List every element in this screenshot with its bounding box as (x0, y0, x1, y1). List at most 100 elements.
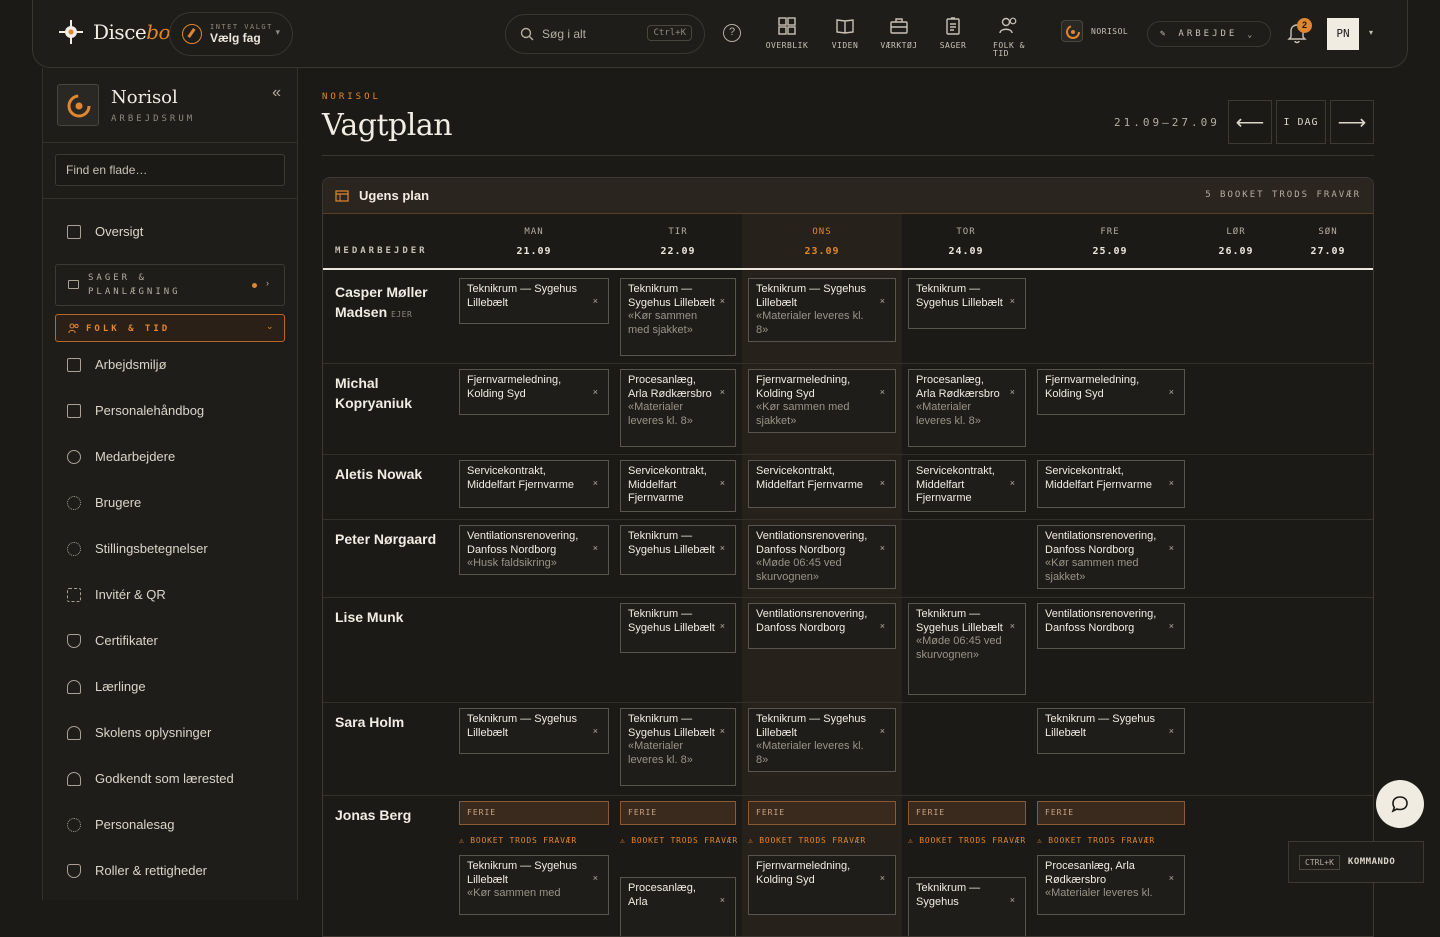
remove-shift-icon[interactable]: × (880, 872, 885, 886)
shift-card[interactable]: Teknikrum — Sygehus Lillebælt «Kør sammen… (459, 855, 609, 915)
shift-card[interactable]: Teknikrum — Sygehus Lillebælt «Kør sammen… (620, 278, 736, 356)
shift-card[interactable]: Teknikrum — Sygehus Lillebælt × (1037, 708, 1185, 754)
sidebar-item-godkendt-laerested[interactable]: Godkendt som lærested (67, 771, 234, 786)
sidebar-group-folk-tid[interactable]: FOLK & TID ⌄ (55, 314, 285, 342)
remove-shift-icon[interactable]: × (1010, 295, 1015, 309)
remove-shift-icon[interactable]: × (1010, 894, 1015, 908)
org-switcher[interactable]: NORISOL (1061, 20, 1128, 42)
employee-name[interactable]: Lise Munk (335, 607, 445, 627)
today-button[interactable]: I DAG (1276, 100, 1326, 144)
sidebar-item-certifikater[interactable]: Certifikater (67, 633, 158, 648)
shift-card[interactable]: Fjernvarmeledning, Kolding Syd × (459, 369, 609, 415)
remove-shift-icon[interactable]: × (1169, 725, 1174, 739)
remove-shift-icon[interactable]: × (1169, 872, 1174, 886)
chat-button[interactable] (1376, 780, 1424, 828)
shift-card[interactable]: Ventilationsrenovering, Danfoss Nordborg… (1037, 525, 1185, 589)
nav-folk-tid[interactable]: FOLK & TID (981, 16, 1037, 58)
sidebar-item-inviter-qr[interactable]: Invitér & QR (67, 587, 166, 602)
mode-selector[interactable]: ✎ ARBEJDE ⌄ (1147, 21, 1271, 47)
nav-viden[interactable]: VIDEN (817, 16, 873, 50)
remove-shift-icon[interactable]: × (720, 725, 725, 739)
remove-shift-icon[interactable]: × (720, 620, 725, 634)
shift-card[interactable]: Procesanlæg, Arla Rødkærsbro «Materialer … (908, 369, 1026, 447)
sidebar-item-personalehaandbog[interactable]: Personalehåndbog (67, 403, 204, 418)
shift-card[interactable]: Servicekontrakt, Middelfart Fjernvarme × (459, 460, 609, 508)
remove-shift-icon[interactable]: × (880, 386, 885, 400)
sidebar-item-medarbejdere[interactable]: Medarbejdere (67, 449, 175, 464)
shift-card[interactable]: Ventilationsrenovering, Danfoss Nordborg… (748, 603, 896, 649)
shift-card[interactable]: Teknikrum — Sygehus Lillebælt × (908, 278, 1026, 329)
shift-card[interactable]: Teknikrum — Sygehus Lillebælt × (620, 525, 736, 575)
remove-shift-icon[interactable]: × (593, 477, 598, 491)
global-search[interactable]: Søg i alt Ctrl+K (505, 14, 705, 54)
user-avatar[interactable]: PN (1327, 18, 1359, 50)
remove-shift-icon[interactable]: × (1169, 477, 1174, 491)
shift-card[interactable]: Procesanlæg, Arla Rødkærsbro «Materialer … (620, 369, 736, 447)
sidebar-group-sager[interactable]: SAGER & PLANLÆGNING › (55, 264, 285, 306)
shift-card[interactable]: Servicekontrakt, Middelfart Fjernvarme × (1037, 460, 1185, 508)
remove-shift-icon[interactable]: × (1169, 386, 1174, 400)
remove-shift-icon[interactable]: × (720, 295, 725, 309)
remove-shift-icon[interactable]: × (593, 386, 598, 400)
remove-shift-icon[interactable]: × (720, 386, 725, 400)
remove-shift-icon[interactable]: × (593, 542, 598, 556)
shift-card[interactable]: Fjernvarmeledning, Kolding Syd × (1037, 369, 1185, 415)
shift-card[interactable]: Teknikrum — Sygehus × (908, 877, 1026, 936)
sidebar-item-brugere[interactable]: Brugere (67, 495, 141, 510)
employee-name[interactable]: Michal Kopryaniuk (335, 373, 445, 413)
remove-shift-icon[interactable]: × (593, 872, 598, 886)
shift-card[interactable]: Teknikrum — Sygehus Lillebælt «Møde 06:45… (908, 603, 1026, 695)
find-surface-input[interactable]: Find en flade… (55, 154, 285, 186)
remove-shift-icon[interactable]: × (720, 542, 725, 556)
subject-selector[interactable]: INTET VALGT Vælg fag ▾ (169, 12, 293, 56)
shift-card[interactable]: Procesanlæg, Arla Rødkærsbro «Materialer … (1037, 855, 1185, 915)
nav-sager[interactable]: SAGER (925, 16, 981, 50)
sidebar-item-oversigt[interactable]: Oversigt (67, 224, 143, 239)
shift-card[interactable]: Servicekontrakt, Middelfart Fjernvarme × (908, 460, 1026, 512)
sidebar-item-arbejdsmiljo[interactable]: Arbejdsmiljø (67, 357, 167, 372)
shift-card[interactable]: Ventilationsrenovering, Danfoss Nordborg… (459, 525, 609, 575)
remove-shift-icon[interactable]: × (1010, 620, 1015, 634)
brand-logo[interactable]: Discebo (57, 18, 171, 46)
collapse-sidebar-icon[interactable]: « (272, 84, 281, 102)
sidebar-item-roller-rettigheder[interactable]: Roller & rettigheder (67, 863, 207, 878)
sidebar-item-skolens-oplysninger[interactable]: Skolens oplysninger (67, 725, 211, 740)
command-palette-button[interactable]: CTRL+K KOMMANDO (1288, 841, 1424, 883)
shift-card[interactable]: Ventilationsrenovering, Danfoss Nordborg… (748, 525, 896, 589)
remove-shift-icon[interactable]: × (1010, 477, 1015, 491)
remove-shift-icon[interactable]: × (880, 620, 885, 634)
prev-week-button[interactable]: ⟵ (1228, 100, 1272, 144)
shift-card[interactable]: Teknikrum — Sygehus Lillebælt × (620, 603, 736, 653)
remove-shift-icon[interactable]: × (720, 477, 725, 491)
shift-card[interactable]: Teknikrum — Sygehus Lillebælt «Materialer… (620, 708, 736, 786)
remove-shift-icon[interactable]: × (1169, 620, 1174, 634)
sidebar-item-personalesag[interactable]: Personalesag (67, 817, 175, 832)
shift-card[interactable]: Servicekontrakt, Middelfart Fjernvarme × (620, 460, 736, 512)
employee-name[interactable]: Jonas Berg (335, 805, 445, 825)
employee-name[interactable]: Casper Møller Madsen EJER (335, 282, 445, 325)
shift-card[interactable]: Teknikrum — Sygehus Lillebælt «Materialer… (748, 708, 896, 772)
shift-card[interactable]: Procesanlæg, Arla × (620, 877, 736, 936)
shift-card[interactable]: Teknikrum — Sygehus Lillebælt × (459, 278, 609, 324)
remove-shift-icon[interactable]: × (593, 725, 598, 739)
shift-card[interactable]: Teknikrum — Sygehus Lillebælt × (459, 708, 609, 754)
remove-shift-icon[interactable]: × (1169, 542, 1174, 556)
sidebar-item-stillingsbetegnelser[interactable]: Stillingsbetegnelser (67, 541, 208, 556)
next-week-button[interactable]: ⟶ (1330, 100, 1374, 144)
employee-name[interactable]: Peter Nørgaard (335, 529, 445, 549)
employee-name[interactable]: Sara Holm (335, 712, 445, 732)
shift-card[interactable]: Fjernvarmeledning, Kolding Syd «Kør samme… (748, 369, 896, 433)
shift-card[interactable]: Servicekontrakt, Middelfart Fjernvarme × (748, 460, 896, 508)
nav-overblik[interactable]: OVERBLIK (759, 16, 815, 50)
chevron-down-icon[interactable]: ▾ (1369, 28, 1373, 37)
shift-card[interactable]: Ventilationsrenovering, Danfoss Nordborg… (1037, 603, 1185, 649)
shift-card[interactable]: Teknikrum — Sygehus Lillebælt «Materialer… (748, 278, 896, 342)
help-icon[interactable]: ? (723, 24, 741, 42)
remove-shift-icon[interactable]: × (1010, 386, 1015, 400)
nav-vaerktoej[interactable]: VÆRKTØJ (871, 16, 927, 50)
remove-shift-icon[interactable]: × (720, 894, 725, 908)
remove-shift-icon[interactable]: × (593, 295, 598, 309)
remove-shift-icon[interactable]: × (880, 542, 885, 556)
shift-card[interactable]: Fjernvarmeledning, Kolding Syd × (748, 855, 896, 915)
remove-shift-icon[interactable]: × (880, 477, 885, 491)
